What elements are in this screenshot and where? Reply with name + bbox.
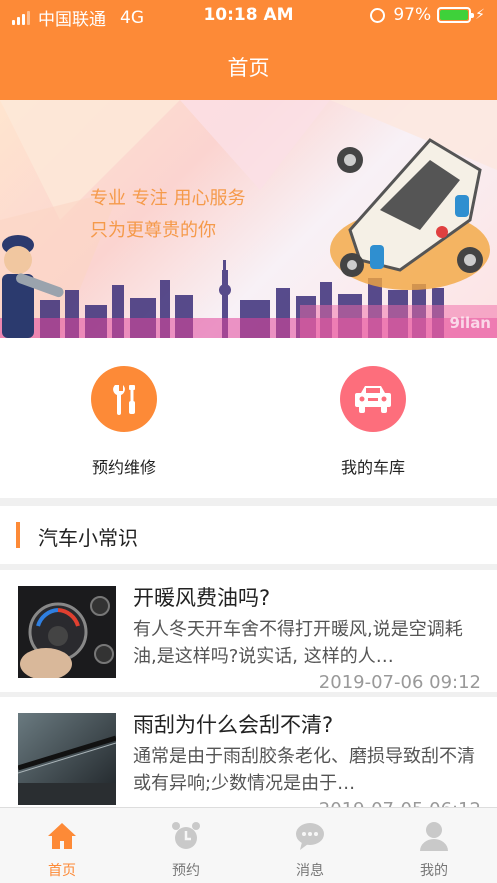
article-item[interactable]: 雨刮为什么会刮不清? 通常是由于雨刮胶条老化、磨损导致刮不清或有异响;少数情况是… (0, 697, 497, 820)
article-item[interactable]: 开暖风费油吗? 有人冬天开车舍不得打开暖风,说是空调耗油,是这样吗?说实话, 这… (0, 570, 497, 693)
tab-messages[interactable]: 消息 (248, 808, 372, 883)
tab-booking[interactable]: 预约 (124, 808, 248, 883)
page-title: 首页 (227, 56, 270, 80)
charging-icon: ⚡ (475, 7, 485, 23)
car-icon (340, 366, 406, 432)
tab-home-label: 首页 (48, 863, 76, 879)
tab-booking-label: 预约 (172, 863, 200, 879)
section-accent-bar (16, 522, 20, 548)
article-date: 2019-07-06 09:12 (318, 672, 481, 693)
battery-percent: 97% (393, 5, 432, 25)
banner-slogan-line1: 专业 专注 用心服务 (90, 188, 246, 209)
bottom-tab-bar: 首页 预约 消息 我的 (0, 807, 497, 883)
article-thumbnail-dashboard (18, 586, 116, 678)
article-title: 雨刮为什么会刮不清? (133, 713, 334, 737)
section-title: 汽车小常识 (38, 526, 138, 550)
tab-profile-label: 我的 (420, 863, 448, 879)
book-repair-label: 预约维修 (91, 458, 156, 477)
article-description: 通常是由于雨刮胶条老化、磨损导致刮不清或有异响;少数情况是由于… (133, 746, 475, 794)
my-garage-button[interactable]: 我的车库 (303, 366, 443, 478)
service-shortcuts: 预约维修 我的车库 (0, 338, 497, 498)
person-icon (418, 820, 450, 852)
alarm-clock-icon (170, 820, 202, 852)
book-repair-button[interactable]: 预约维修 (54, 366, 194, 478)
home-icon (46, 820, 78, 852)
rotation-lock-icon (370, 7, 386, 23)
section-header: 汽车小常识 (0, 506, 497, 564)
my-garage-label: 我的车库 (340, 458, 405, 477)
status-bar: 中国联通 4G 10:18 AM 97% ⚡ (0, 0, 497, 32)
promo-banner[interactable]: 专业 专注 用心服务 只为更尊贵的你 9ilan (0, 100, 497, 338)
tab-profile[interactable]: 我的 (372, 808, 496, 883)
tab-messages-label: 消息 (296, 863, 324, 879)
tab-home[interactable]: 首页 (0, 808, 124, 883)
article-title: 开暖风费油吗? (133, 586, 271, 610)
banner-watermark: 9ilan (449, 314, 491, 332)
article-thumbnail-wiper (18, 713, 116, 805)
wrench-screwdriver-icon (91, 366, 157, 432)
battery-icon (437, 7, 475, 23)
banner-illustration (0, 100, 497, 338)
app-header: 中国联通 4G 10:18 AM 97% ⚡ 首页 (0, 0, 497, 100)
banner-slogan-line2: 只为更尊贵的你 (90, 220, 216, 241)
chat-bubble-icon (294, 820, 326, 852)
article-description: 有人冬天开车舍不得打开暖风,说是空调耗油,是这样吗?说实话, 这样的人… (133, 619, 463, 667)
